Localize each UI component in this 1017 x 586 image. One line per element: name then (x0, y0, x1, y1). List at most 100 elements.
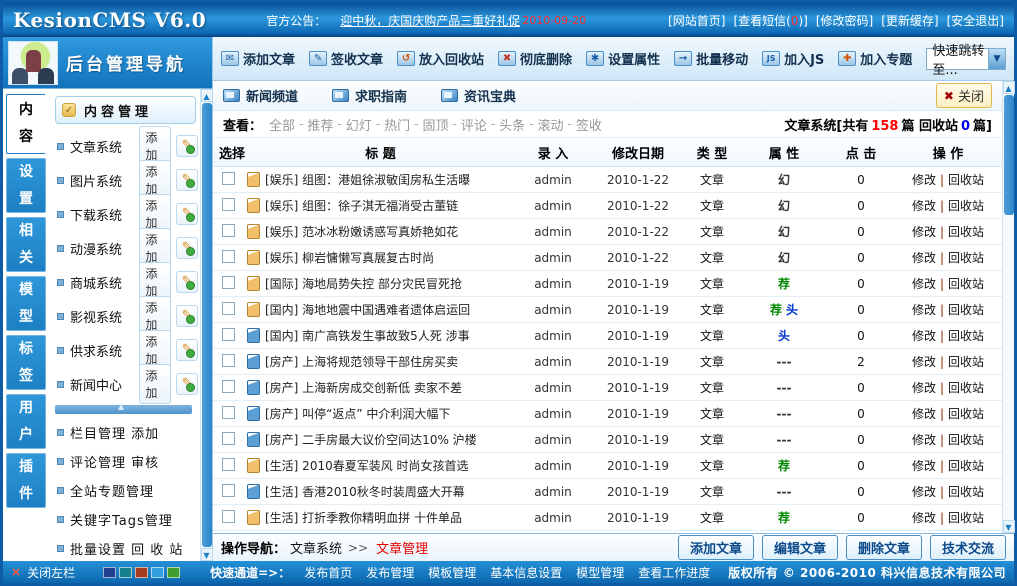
recycle-link[interactable]: 回收站 (948, 407, 984, 421)
edit-link[interactable]: 修改 (912, 225, 936, 239)
header-link-messages[interactable]: [查看短信(0)] (733, 12, 807, 29)
system-link[interactable]: 新闻中心 (70, 375, 139, 394)
quick-link[interactable]: 查看工作进度 (638, 564, 710, 581)
theme-swatch[interactable] (167, 567, 180, 578)
quick-link[interactable]: 模型管理 (576, 564, 624, 581)
sidebar-link[interactable]: 评论管理 审核 (70, 452, 159, 471)
article-title-link[interactable]: [娱乐] 范冰冰粉嫩诱惑写真娇艳如花 (265, 223, 458, 240)
quick-link[interactable]: 基本信息设置 (490, 564, 562, 581)
article-title-link[interactable]: [房产] 二手房最大议价空间达10% 沪楼 (265, 431, 477, 448)
recycle-link[interactable]: 回收站 (948, 485, 984, 499)
row-checkbox[interactable] (222, 354, 235, 367)
close-panel-button[interactable]: ✖ 关闭 (936, 83, 992, 108)
row-checkbox[interactable] (222, 276, 235, 289)
toolbar-action-add-article[interactable]: ✉添加文章 (221, 49, 295, 68)
edit-link[interactable]: 修改 (912, 199, 936, 213)
article-title-link[interactable]: [房产] 上海新房成交创新低 卖家不差 (265, 379, 462, 396)
edit-link[interactable]: 修改 (912, 303, 936, 317)
article-title-link[interactable]: [生活] 2010春夏军装风 时尚女孩首选 (265, 457, 469, 474)
edit-link[interactable]: 修改 (912, 173, 936, 187)
edit-pencil-icon[interactable]: ✎ (176, 271, 198, 293)
announcement-link[interactable]: 迎中秋，庆国庆购产品三重好礼促 (340, 12, 520, 29)
row-checkbox[interactable] (222, 458, 235, 471)
sidebar-link[interactable]: 关键字Tags管理 (70, 510, 173, 529)
edit-pencil-icon[interactable]: ✎ (176, 203, 198, 225)
scroll-down-icon[interactable]: ▼ (1003, 520, 1015, 533)
row-checkbox[interactable] (222, 380, 235, 393)
edit-pencil-icon[interactable]: ✎ (176, 135, 198, 157)
quick-jump-select[interactable]: 快速跳转至...▼ (926, 48, 1006, 70)
bottom-button[interactable]: 编辑文章 (762, 535, 838, 560)
recycle-link[interactable]: 回收站 (948, 329, 984, 343)
toolbar-action-add-js[interactable]: JS加入JS (762, 49, 824, 68)
toolbar-action-sign-article[interactable]: ✎签收文章 (309, 49, 383, 68)
filter-option[interactable]: 推荐 (307, 115, 333, 134)
system-link[interactable]: 下载系统 (70, 205, 139, 224)
article-title-link[interactable]: [生活] 打折季教你精明血拼 十件单品 (265, 509, 462, 526)
system-link[interactable]: 商城系统 (70, 273, 139, 292)
channel-button[interactable]: 新闻频道 (223, 86, 298, 105)
filter-option[interactable]: 幻灯 (346, 115, 372, 134)
channel-button[interactable]: 资讯宝典 (441, 86, 516, 105)
recycle-link[interactable]: 回收站 (948, 225, 984, 239)
theme-swatch[interactable] (135, 567, 148, 578)
sidebar-tab[interactable]: 设置 (6, 158, 46, 213)
nav-system-link[interactable]: 文章系统 (290, 538, 342, 557)
filter-option[interactable]: 评论 (461, 115, 487, 134)
sidebar-link[interactable]: 全站专题管理 (70, 481, 154, 500)
sidebar-link[interactable]: 栏目管理 添加 (70, 423, 159, 442)
row-checkbox[interactable] (222, 432, 235, 445)
recycle-link[interactable]: 回收站 (948, 303, 984, 317)
article-title-link[interactable]: [国内] 南广高铁发生事故致5人死 涉事 (265, 327, 470, 344)
scroll-up-icon[interactable]: ▲ (1003, 81, 1015, 94)
article-title-link[interactable]: [国际] 海地局势失控 部分灾民冒死抢 (265, 275, 462, 292)
system-add-button[interactable]: 添加 (139, 364, 171, 404)
bottom-button[interactable]: 技术交流 (930, 535, 1006, 560)
row-checkbox[interactable] (222, 484, 235, 497)
sidebar-tab[interactable]: 模型 (6, 276, 46, 331)
row-checkbox[interactable] (222, 328, 235, 341)
row-checkbox[interactable] (222, 198, 235, 211)
sidebar-tab[interactable]: 内容 (6, 94, 46, 154)
header-link[interactable]: [修改密码] (816, 12, 873, 29)
theme-swatch[interactable] (151, 567, 164, 578)
article-title-link[interactable]: [娱乐] 组图：徐子淇无福消受古董链 (265, 197, 458, 214)
quick-link[interactable]: 模板管理 (428, 564, 476, 581)
bottom-button[interactable]: 删除文章 (846, 535, 922, 560)
filter-option[interactable]: 滚动 (538, 115, 564, 134)
edit-link[interactable]: 修改 (912, 433, 936, 447)
system-link[interactable]: 文章系统 (70, 137, 139, 156)
row-checkbox[interactable] (222, 510, 235, 523)
recycle-link[interactable]: 回收站 (948, 277, 984, 291)
article-title-link[interactable]: [生活] 香港2010秋冬时装周盛大开幕 (265, 483, 465, 500)
article-title-link[interactable]: [娱乐] 柳岩慵懒写真展复古时尚 (265, 249, 434, 266)
edit-link[interactable]: 修改 (912, 485, 936, 499)
article-title-link[interactable]: [房产] 上海将规范领导干部住房买卖 (265, 353, 458, 370)
bottom-button[interactable]: 添加文章 (678, 535, 754, 560)
recycle-link[interactable]: 回收站 (948, 173, 984, 187)
row-checkbox[interactable] (222, 224, 235, 237)
recycle-link[interactable]: 回收站 (948, 511, 984, 525)
toolbar-action-recycle[interactable]: ↺放入回收站 (397, 49, 484, 68)
edit-pencil-icon[interactable]: ✎ (176, 305, 198, 327)
scrollbar-thumb[interactable] (202, 103, 212, 547)
recycle-link[interactable]: 回收站 (948, 459, 984, 473)
edit-link[interactable]: 修改 (912, 459, 936, 473)
row-checkbox[interactable] (222, 250, 235, 263)
edit-link[interactable]: 修改 (912, 277, 936, 291)
sidebar-tab[interactable]: 相关 (6, 217, 46, 272)
system-link[interactable]: 供求系统 (70, 341, 139, 360)
edit-link[interactable]: 修改 (912, 251, 936, 265)
chevron-down-icon[interactable]: ▼ (988, 49, 1005, 69)
edit-link[interactable]: 修改 (912, 381, 936, 395)
recycle-link[interactable]: 回收站 (948, 433, 984, 447)
theme-swatch[interactable] (103, 567, 116, 578)
toolbar-action-set-attr[interactable]: ✱设置属性 (586, 49, 660, 68)
main-scrollbar[interactable]: ▲ ▼ (1002, 81, 1014, 533)
row-checkbox[interactable] (222, 406, 235, 419)
sidebar-tab[interactable]: 插件 (6, 453, 46, 508)
theme-swatch[interactable] (119, 567, 132, 578)
sidebar-link[interactable]: 批量设置 回 收 站 (70, 539, 183, 558)
row-checkbox[interactable] (222, 302, 235, 315)
header-link[interactable]: [更新缓存] (881, 12, 938, 29)
